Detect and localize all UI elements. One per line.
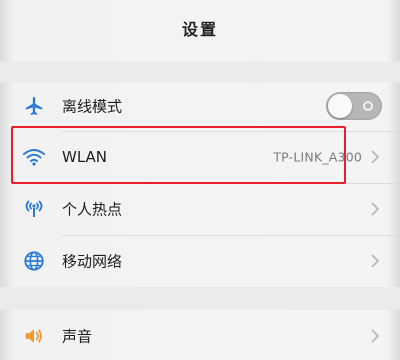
- sound-label: 声音: [62, 327, 93, 346]
- title-bar: 设置: [0, 0, 400, 62]
- mobile-network-label: 移动网络: [62, 252, 123, 271]
- page-title: 设置: [181, 20, 218, 39]
- hotspot-label: 个人热点: [62, 200, 123, 219]
- group-separator: [0, 62, 400, 82]
- hotspot-icon: [22, 197, 46, 221]
- chevron-right-icon: [371, 329, 380, 343]
- settings-screen: 设置 离线模式 WLAN TP-LINK_A300 个人热点 移动网络 声音: [0, 0, 400, 360]
- mobile-network-row[interactable]: 移动网络: [0, 235, 400, 287]
- chevron-right-icon: [371, 202, 380, 216]
- airplane-mode-toggle[interactable]: [326, 92, 382, 120]
- sound-row[interactable]: 声音: [0, 310, 400, 360]
- chevron-right-icon: [371, 150, 380, 164]
- airplane-icon: [22, 94, 46, 118]
- hotspot-row[interactable]: 个人热点: [0, 183, 400, 235]
- wlan-highlight-box: [11, 126, 346, 184]
- group-separator: [0, 287, 400, 310]
- toggle-off-indicator: [363, 101, 373, 111]
- globe-icon: [22, 249, 46, 273]
- chevron-right-icon: [371, 254, 380, 268]
- speaker-icon: [22, 324, 46, 348]
- airplane-mode-row[interactable]: 离线模式: [0, 80, 400, 132]
- toggle-knob: [328, 94, 352, 118]
- airplane-mode-label: 离线模式: [62, 97, 123, 116]
